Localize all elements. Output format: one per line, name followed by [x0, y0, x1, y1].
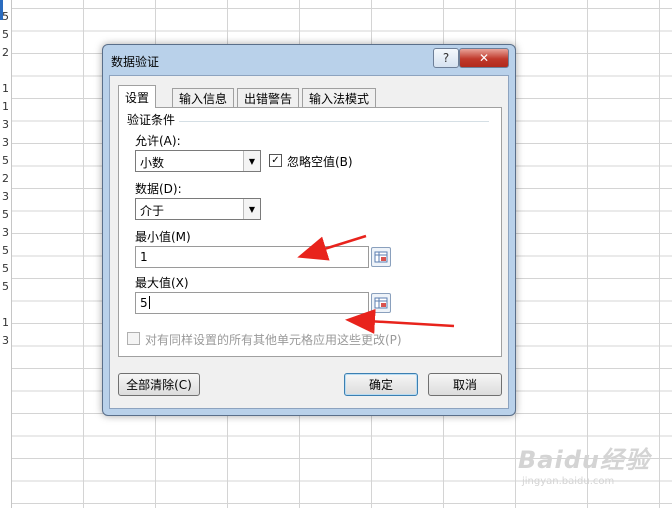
watermark-url: jingyan.baidu.com: [522, 476, 615, 487]
annotation-arrow-max: [345, 308, 455, 334]
annotation-arrow-min: [297, 234, 367, 261]
tab-label: 设置: [125, 90, 150, 105]
tab-settings[interactable]: 设置: [118, 85, 157, 108]
watermark-brand: Baidu经验: [518, 446, 650, 474]
baidu-watermark: Baidu经验 jingyan.baidu.com: [512, 432, 662, 492]
